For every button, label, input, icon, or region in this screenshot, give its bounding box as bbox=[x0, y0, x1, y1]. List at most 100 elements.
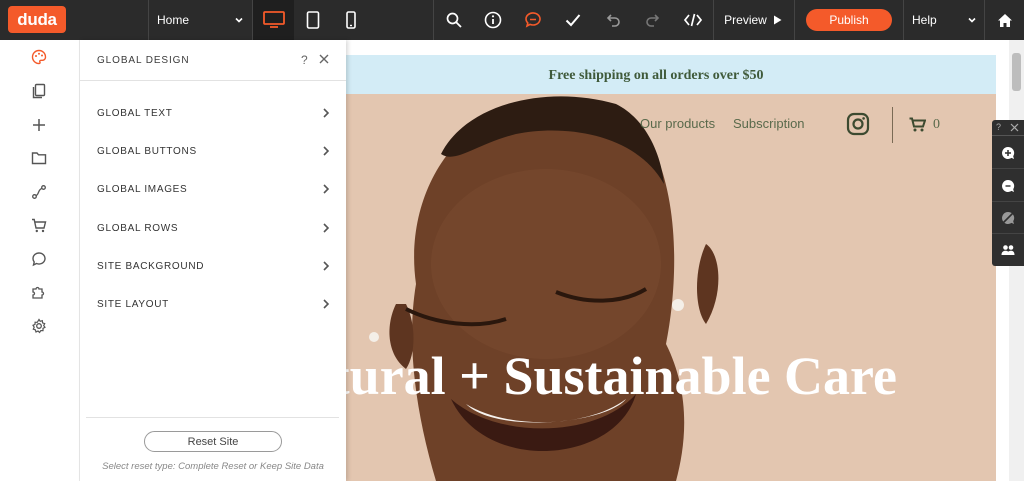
checklist-button[interactable] bbox=[553, 0, 593, 40]
page-selector-value: Home bbox=[157, 13, 190, 27]
tablet-view-button[interactable] bbox=[294, 0, 332, 40]
comment-icon bbox=[1002, 179, 1015, 192]
comments-toggle-button[interactable] bbox=[992, 170, 1024, 202]
redo-icon bbox=[646, 14, 660, 27]
desktop-view-button[interactable] bbox=[253, 0, 294, 40]
close-icon[interactable] bbox=[318, 53, 330, 65]
hero-title[interactable]: Natural + Sustainable Care bbox=[346, 345, 897, 407]
plus-icon bbox=[33, 119, 45, 131]
cart-icon[interactable] bbox=[909, 117, 926, 132]
code-icon bbox=[684, 13, 702, 27]
panel-title: GLOBAL DESIGN bbox=[97, 55, 190, 66]
global-design-panel: GLOBAL DESIGN ? GLOBAL TEXT GLOBAL BUTTO… bbox=[80, 40, 346, 481]
menu-item-site-layout[interactable]: SITE LAYOUT bbox=[80, 289, 346, 319]
chevron-right-icon bbox=[323, 299, 330, 309]
home-icon bbox=[997, 13, 1012, 27]
mobile-view-button[interactable] bbox=[332, 0, 370, 40]
scrollbar-thumb[interactable] bbox=[1012, 53, 1021, 91]
info-button[interactable] bbox=[473, 0, 513, 40]
close-icon[interactable] bbox=[1010, 123, 1019, 132]
play-icon bbox=[773, 15, 782, 25]
help-icon[interactable]: ? bbox=[996, 122, 1001, 132]
chevron-right-icon bbox=[323, 146, 330, 156]
tablet-icon bbox=[306, 11, 320, 29]
chevron-down-icon bbox=[968, 17, 976, 23]
publish-button[interactable]: Publish bbox=[806, 9, 892, 31]
search-icon bbox=[446, 12, 462, 28]
page-selector[interactable]: Home bbox=[149, 0, 251, 40]
flow-icon bbox=[32, 185, 46, 199]
sidebar-item-add[interactable] bbox=[28, 114, 50, 136]
checkmark-icon bbox=[565, 14, 581, 27]
floating-tools-panel: ? bbox=[992, 120, 1024, 266]
panel-divider bbox=[86, 417, 339, 418]
help-label: Help bbox=[912, 13, 937, 27]
shipping-banner: Free shipping on all orders over $50 bbox=[346, 55, 996, 94]
chevron-right-icon bbox=[323, 261, 330, 271]
cart-icon bbox=[32, 218, 47, 232]
menu-item-global-text[interactable]: GLOBAL TEXT bbox=[80, 98, 346, 128]
sidebar-item-flows[interactable] bbox=[28, 181, 50, 203]
sidebar-item-comments[interactable] bbox=[28, 248, 50, 270]
menu-item-global-buttons[interactable]: GLOBAL BUTTONS bbox=[80, 136, 346, 166]
search-button[interactable] bbox=[434, 0, 473, 40]
pages-icon bbox=[32, 83, 46, 99]
toolbar-divider bbox=[794, 0, 795, 40]
dashboard-home-button[interactable] bbox=[985, 0, 1024, 40]
chevron-right-icon bbox=[323, 108, 330, 118]
shipping-banner-text: Free shipping on all orders over $50 bbox=[548, 68, 764, 83]
menu-item-label: GLOBAL BUTTONS bbox=[97, 146, 197, 157]
collaborators-button[interactable] bbox=[992, 234, 1024, 266]
help-menu[interactable]: Help bbox=[904, 0, 984, 40]
add-comment-button[interactable] bbox=[992, 137, 1024, 169]
sidebar-item-content[interactable] bbox=[28, 147, 50, 169]
add-comment-icon bbox=[1002, 146, 1015, 159]
palette-icon bbox=[31, 49, 47, 65]
cart-count: 0 bbox=[933, 117, 940, 132]
site-canvas[interactable]: Free shipping on all orders over $50 Our… bbox=[346, 40, 1024, 481]
duda-logo[interactable]: duda bbox=[8, 6, 66, 33]
chat-bubble-icon bbox=[32, 252, 46, 267]
sidebar-item-settings[interactable] bbox=[28, 315, 50, 337]
puzzle-icon bbox=[32, 286, 45, 299]
code-editor-button[interactable] bbox=[673, 0, 713, 40]
info-icon bbox=[484, 11, 502, 29]
menu-item-label: GLOBAL ROWS bbox=[97, 223, 179, 234]
hero-photo[interactable] bbox=[346, 94, 996, 481]
menu-item-site-background[interactable]: SITE BACKGROUND bbox=[80, 251, 346, 281]
site-preview[interactable]: Free shipping on all orders over $50 Our… bbox=[346, 55, 996, 481]
menu-item-label: GLOBAL IMAGES bbox=[97, 184, 188, 195]
nav-divider bbox=[892, 107, 893, 143]
users-icon bbox=[1001, 245, 1015, 255]
comments-button[interactable] bbox=[513, 0, 553, 40]
editor-sidebar bbox=[0, 40, 80, 481]
chevron-down-icon bbox=[235, 17, 243, 23]
undo-icon bbox=[606, 14, 620, 27]
hero-title-wrapper: Natural + Sustainable Care bbox=[346, 345, 996, 415]
reset-site-button[interactable]: Reset Site bbox=[144, 431, 282, 452]
help-icon[interactable]: ? bbox=[301, 53, 308, 67]
folder-icon bbox=[31, 152, 47, 165]
hide-comments-button[interactable] bbox=[992, 202, 1024, 234]
gear-icon bbox=[32, 318, 46, 334]
mobile-icon bbox=[346, 11, 356, 29]
redo-button[interactable] bbox=[633, 0, 673, 40]
preview-button[interactable]: Preview bbox=[713, 0, 793, 40]
reset-note: Select reset type: Complete Reset or Kee… bbox=[102, 461, 324, 472]
panel-header: GLOBAL DESIGN ? bbox=[80, 40, 346, 81]
sidebar-item-pages[interactable] bbox=[28, 80, 50, 102]
top-toolbar: duda Home Preview Publish Help bbox=[0, 0, 1024, 40]
nav-link-subscription[interactable]: Subscription bbox=[733, 116, 805, 131]
sidebar-item-store[interactable] bbox=[28, 214, 50, 236]
nav-link-products[interactable]: Our products bbox=[640, 116, 715, 131]
instagram-icon[interactable] bbox=[846, 112, 870, 136]
preview-label: Preview bbox=[724, 13, 767, 27]
sidebar-item-design[interactable] bbox=[28, 46, 50, 68]
chevron-right-icon bbox=[323, 184, 330, 194]
floating-tools-header: ? bbox=[992, 120, 1024, 136]
menu-item-global-images[interactable]: GLOBAL IMAGES bbox=[80, 174, 346, 204]
undo-button[interactable] bbox=[593, 0, 633, 40]
sidebar-item-apps[interactable] bbox=[28, 281, 50, 303]
comment-off-icon bbox=[1002, 211, 1015, 224]
menu-item-global-rows[interactable]: GLOBAL ROWS bbox=[80, 213, 346, 243]
